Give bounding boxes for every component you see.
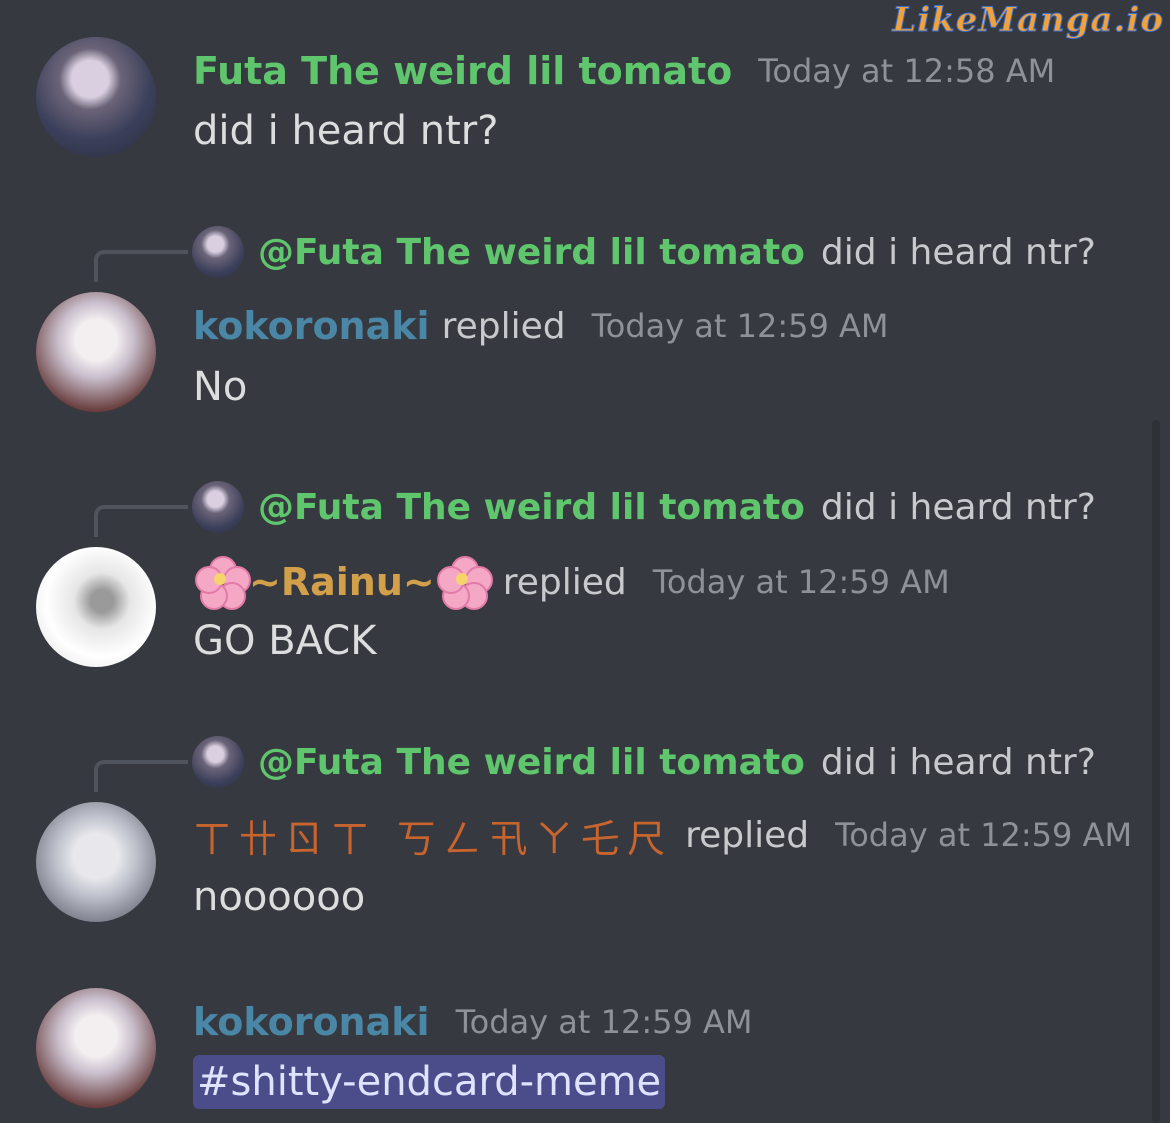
chat-view: LikeManga.io Futa The weird lil tomato T… (0, 0, 1170, 1123)
username[interactable]: kokoronaki (193, 304, 430, 348)
reply-connector (94, 505, 188, 537)
reply-preview[interactable]: @Futa The weird lil tomato did i heard n… (192, 479, 1096, 535)
reply-preview[interactable]: @Futa The weird lil tomato did i heard n… (192, 224, 1096, 280)
avatar[interactable] (36, 802, 156, 922)
reply-mention[interactable]: @Futa The weird lil tomato (258, 487, 805, 528)
cherry-blossom-icon (193, 554, 251, 610)
cherry-blossom-icon (435, 554, 493, 610)
timestamp: Today at 12:59 AM (835, 816, 1133, 854)
reply-text: did i heard ntr? (820, 486, 1096, 528)
scrollbar[interactable] (1152, 420, 1160, 1123)
reply-connector (94, 760, 188, 792)
reply-avatar (192, 736, 244, 788)
reply-text: did i heard ntr? (820, 741, 1096, 783)
message-content: GO BACK (193, 618, 377, 664)
watermark-logo: LikeManga.io (892, 0, 1164, 41)
message-header: Futa The weird lil tomato Today at 12:58… (193, 46, 1055, 96)
reply-text: did i heard ntr? (820, 231, 1096, 273)
replied-label: replied (685, 814, 810, 856)
timestamp: Today at 12:59 AM (591, 307, 889, 345)
avatar[interactable] (36, 547, 156, 667)
username[interactable]: kokoronaki (193, 1000, 430, 1044)
timestamp: Today at 12:59 AM (652, 563, 950, 601)
channel-mention[interactable]: #shitty-endcard-meme (193, 1055, 666, 1109)
avatar[interactable] (36, 988, 156, 1108)
avatar[interactable] (36, 37, 156, 157)
reply-avatar (192, 481, 244, 533)
message-header: kokoronaki replied Today at 12:59 AM (193, 301, 889, 351)
username[interactable]: ㄒ卄ㄖㄒ 丂ㄥ卂ㄚ乇尺 (193, 808, 673, 863)
reply-mention[interactable]: @Futa The weird lil tomato (258, 742, 805, 783)
username[interactable]: ~Rainu~ (249, 560, 435, 604)
message-content: noooooo (193, 874, 366, 920)
message-header: ~Rainu~ replied Today at 12:59 AM (193, 552, 950, 612)
reply-preview[interactable]: @Futa The weird lil tomato did i heard n… (192, 734, 1096, 790)
replied-label: replied (502, 561, 627, 603)
timestamp: Today at 12:59 AM (455, 1003, 753, 1041)
message-content: did i heard ntr? (193, 108, 499, 154)
avatar[interactable] (36, 292, 156, 412)
timestamp: Today at 12:58 AM (758, 52, 1056, 90)
message-header: ㄒ卄ㄖㄒ 丂ㄥ卂ㄚ乇尺 replied Today at 12:59 AM (193, 808, 1133, 863)
message-content: #shitty-endcard-meme (193, 1055, 666, 1109)
reply-connector (94, 250, 188, 282)
reply-mention[interactable]: @Futa The weird lil tomato (258, 232, 805, 273)
message-content: No (193, 364, 248, 410)
replied-label: replied (441, 305, 566, 347)
message-header: kokoronaki Today at 12:59 AM (193, 997, 753, 1047)
reply-avatar (192, 226, 244, 278)
username[interactable]: Futa The weird lil tomato (193, 49, 732, 93)
